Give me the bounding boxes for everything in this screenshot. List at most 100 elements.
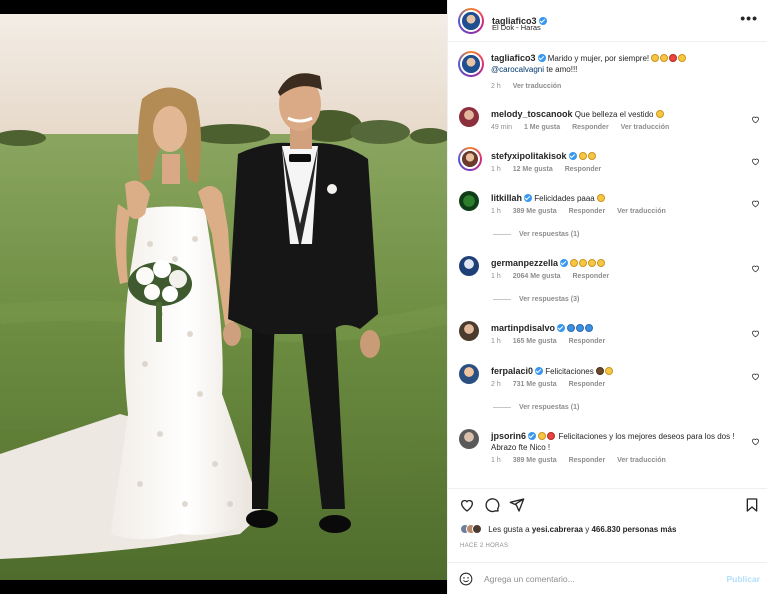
comment-likes[interactable]: 165 Me gusta xyxy=(513,338,557,345)
comment-username[interactable]: ferpalaci0 xyxy=(491,366,533,376)
comment-meta: 1 h 389 Me gusta Responder Ver traducció… xyxy=(491,457,676,464)
caption-avatar[interactable] xyxy=(458,51,484,77)
emoji-icon xyxy=(655,110,664,118)
comment-body: Que belleza el vestido xyxy=(574,110,654,119)
heart-icon[interactable] xyxy=(751,264,760,273)
comment-avatar[interactable] xyxy=(458,147,482,171)
heart-icon[interactable] xyxy=(459,497,475,513)
view-replies-button[interactable]: Ver respuestas (1) xyxy=(493,231,579,238)
comment-username[interactable]: litkillah xyxy=(491,193,522,203)
comment-likes[interactable]: 389 Me gusta xyxy=(513,457,557,464)
translate-button[interactable]: Ver traducción xyxy=(617,457,666,464)
caption-mention[interactable]: @carocalvagni xyxy=(491,65,544,74)
comment-item: stefyxipolitakisok 1 h 12 Me gusta Respo… xyxy=(448,147,767,181)
emoji-icon xyxy=(579,259,588,267)
more-icon[interactable]: ••• xyxy=(740,10,758,26)
comment-username[interactable]: germanpezzella xyxy=(491,258,558,268)
comment-time: 2 h xyxy=(491,381,501,388)
emoji-icon xyxy=(538,432,547,440)
comment-text: stefyxipolitakisok xyxy=(491,151,746,162)
post-location[interactable]: El Dok - Haras xyxy=(492,23,541,32)
action-bar: Les gusta a yesi.cabreraa y 466.830 pers… xyxy=(448,488,767,560)
comment-composer: Publicar xyxy=(448,562,767,594)
reply-button[interactable]: Responder xyxy=(565,166,602,173)
comment-username[interactable]: martinpdisalvo xyxy=(491,323,555,333)
publish-button[interactable]: Publicar xyxy=(726,574,760,584)
caption-username[interactable]: tagliafico3 xyxy=(491,53,536,63)
post-photo[interactable] xyxy=(0,14,447,580)
comment-meta: 1 h 12 Me gusta Responder xyxy=(491,166,611,173)
comment-text: germanpezzella xyxy=(491,258,746,269)
comment-likes[interactable]: 731 Me gusta xyxy=(513,381,557,388)
comment-item: melody_toscanook Que belleza el vestido … xyxy=(448,105,767,139)
comments-list[interactable]: tagliafico3 Marido y mujer, por siempre!… xyxy=(448,43,767,487)
comment-input[interactable] xyxy=(484,571,704,587)
likes-user[interactable]: yesi.cabreraa xyxy=(532,525,583,534)
comment-username[interactable]: melody_toscanook xyxy=(491,109,573,119)
share-icon[interactable] xyxy=(509,497,525,513)
comment-time: 1 h xyxy=(491,273,501,280)
likes-suffix[interactable]: más xyxy=(660,525,676,534)
top-black-bar xyxy=(0,0,447,14)
caption-body-after: te amo!!! xyxy=(546,65,578,74)
comment-meta: 2 h 731 Me gusta Responder xyxy=(491,381,615,388)
comment-text: martinpdisalvo xyxy=(491,323,746,334)
translate-button[interactable]: Ver traducción xyxy=(621,124,670,131)
verified-icon xyxy=(557,324,566,332)
verified-icon xyxy=(524,194,533,202)
comment-meta: 1 h 2064 Me gusta Responder xyxy=(491,273,619,280)
heart-icon[interactable] xyxy=(751,157,760,166)
heart-icon[interactable] xyxy=(751,372,760,381)
comment-username[interactable]: jpsorin6 xyxy=(491,431,526,441)
comment-avatar[interactable] xyxy=(459,191,479,211)
emoji-icon xyxy=(604,367,613,375)
author-avatar[interactable] xyxy=(458,8,484,34)
view-replies-button[interactable]: Ver respuestas (3) xyxy=(493,296,579,303)
comment-time: 49 min xyxy=(491,124,513,131)
comment-likes[interactable]: 389 Me gusta xyxy=(513,208,557,215)
reply-button[interactable]: Responder xyxy=(569,338,606,345)
comment-item: litkillah Felicidades paaa 1 h 389 Me gu… xyxy=(448,189,767,245)
liker-avatar xyxy=(472,524,482,534)
comment-likes[interactable]: 1 Me gusta xyxy=(524,124,560,131)
comment-icon[interactable] xyxy=(484,497,500,513)
comment-likes[interactable]: 2064 Me gusta xyxy=(513,273,561,280)
likes-count[interactable]: 466.830 personas xyxy=(591,525,658,534)
view-replies-button[interactable]: Ver respuestas (1) xyxy=(493,404,579,411)
translate-button[interactable]: Ver traducción xyxy=(617,208,666,215)
comment-username[interactable]: stefyxipolitakisok xyxy=(491,151,567,161)
likes-summary: Les gusta a yesi.cabreraa y 466.830 pers… xyxy=(460,524,676,534)
comment-item: ferpalaci0 Felicitaciones 2 h 731 Me gus… xyxy=(448,362,767,418)
comment-avatar[interactable] xyxy=(459,429,479,449)
comment-avatar[interactable] xyxy=(459,321,479,341)
bookmark-icon[interactable] xyxy=(744,497,760,513)
heart-icon[interactable] xyxy=(751,329,760,338)
heart-icon[interactable] xyxy=(751,115,760,124)
reply-button[interactable]: Responder xyxy=(569,208,606,215)
verified-icon xyxy=(537,54,546,62)
comment-avatar[interactable] xyxy=(459,107,479,127)
comment-time: 1 h xyxy=(491,208,501,215)
comment-avatar[interactable] xyxy=(459,364,479,384)
caption: tagliafico3 Marido y mujer, por siempre!… xyxy=(448,51,767,95)
comment-text: litkillah Felicidades paaa xyxy=(491,193,746,204)
reply-button[interactable]: Responder xyxy=(572,124,609,131)
reply-button[interactable]: Responder xyxy=(573,273,610,280)
comment-meta: 1 h 165 Me gusta Responder xyxy=(491,338,615,345)
reply-button[interactable]: Responder xyxy=(569,381,606,388)
comment-likes[interactable]: 12 Me gusta xyxy=(513,166,553,173)
caption-text: tagliafico3 Marido y mujer, por siempre!… xyxy=(491,53,746,75)
smile-icon[interactable] xyxy=(459,572,473,586)
comment-avatar[interactable] xyxy=(459,256,479,276)
emoji-icon xyxy=(570,259,579,267)
emoji-icon xyxy=(678,54,687,62)
caption-meta: 2 h Ver traducción xyxy=(491,83,571,90)
comment-item: martinpdisalvo 1 h 165 Me gusta Responde… xyxy=(448,319,767,353)
caption-body: Marido y mujer, por siempre! xyxy=(547,54,650,63)
emoji-icon xyxy=(547,432,556,440)
heart-icon[interactable] xyxy=(751,437,760,446)
heart-icon[interactable] xyxy=(751,199,760,208)
emoji-icon xyxy=(576,324,585,332)
reply-button[interactable]: Responder xyxy=(569,457,606,464)
caption-translate[interactable]: Ver traducción xyxy=(513,83,562,90)
